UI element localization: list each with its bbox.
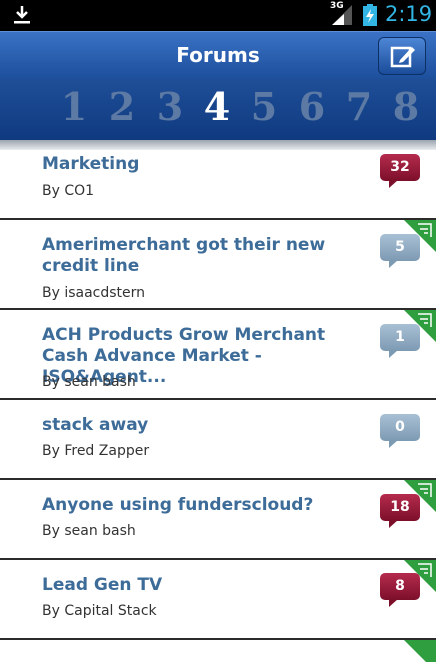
thread-row[interactable]: Anyone using funderscloud? By sean bash … [0, 480, 436, 558]
thread-title: Marketing [42, 154, 140, 174]
status-bar: 3G 2:19 [0, 0, 436, 31]
new-post-icon [404, 640, 436, 662]
header-shadow [0, 140, 436, 150]
thread-author: By sean bash [42, 374, 136, 390]
thread-row[interactable]: ACH Products Grow Merchant Cash Advance … [0, 310, 436, 398]
page-selector: 1 2 3 4 5 6 7 8 [0, 78, 436, 140]
thread-title: Anyone using funderscloud? [42, 495, 314, 515]
thread-title: Lead Gen TV [42, 575, 163, 595]
thread-author: By Fred Zapper [42, 443, 150, 459]
thread-row[interactable]: Marketing By CO1 32 [0, 150, 436, 218]
signal-icon [332, 5, 352, 25]
thread-author: By Capital Stack [42, 603, 157, 619]
reply-count-badge: 1 [380, 324, 420, 358]
thread-title: stack away [42, 415, 149, 435]
thread-row[interactable]: Amerimerchant got their new credit line … [0, 220, 436, 308]
download-icon [14, 6, 30, 24]
page-8[interactable]: 8 [386, 84, 426, 129]
page-7[interactable]: 7 [339, 84, 379, 129]
page-6[interactable]: 6 [292, 84, 332, 129]
thread-row-partial[interactable] [0, 640, 436, 662]
compose-icon [390, 46, 415, 68]
thread-row[interactable]: stack away By Fred Zapper 0 [0, 400, 436, 478]
thread-author: By sean bash [42, 523, 136, 539]
compose-button[interactable] [378, 37, 426, 75]
page-2[interactable]: 2 [102, 84, 142, 129]
page-1[interactable]: 1 [54, 84, 94, 129]
reply-count-badge: 5 [380, 234, 420, 268]
page-4-current[interactable]: 4 [197, 84, 237, 129]
thread-author: By CO1 [42, 183, 95, 199]
thread-title: Amerimerchant got their new credit line [42, 235, 326, 276]
battery-charging-icon [363, 4, 377, 26]
clock: 2:19 [385, 2, 433, 26]
reply-count-badge: 32 [380, 154, 420, 188]
page-5[interactable]: 5 [244, 84, 284, 129]
app-header: Forums [0, 31, 436, 79]
thread-author: By isaacdstern [42, 285, 146, 301]
reply-count-badge: 8 [380, 573, 420, 607]
thread-row[interactable]: Lead Gen TV By Capital Stack 8 [0, 560, 436, 638]
reply-count-badge: 0 [380, 414, 420, 448]
reply-count-badge: 18 [380, 494, 420, 528]
page-3[interactable]: 3 [150, 84, 190, 129]
page-title: Forums [176, 43, 260, 67]
